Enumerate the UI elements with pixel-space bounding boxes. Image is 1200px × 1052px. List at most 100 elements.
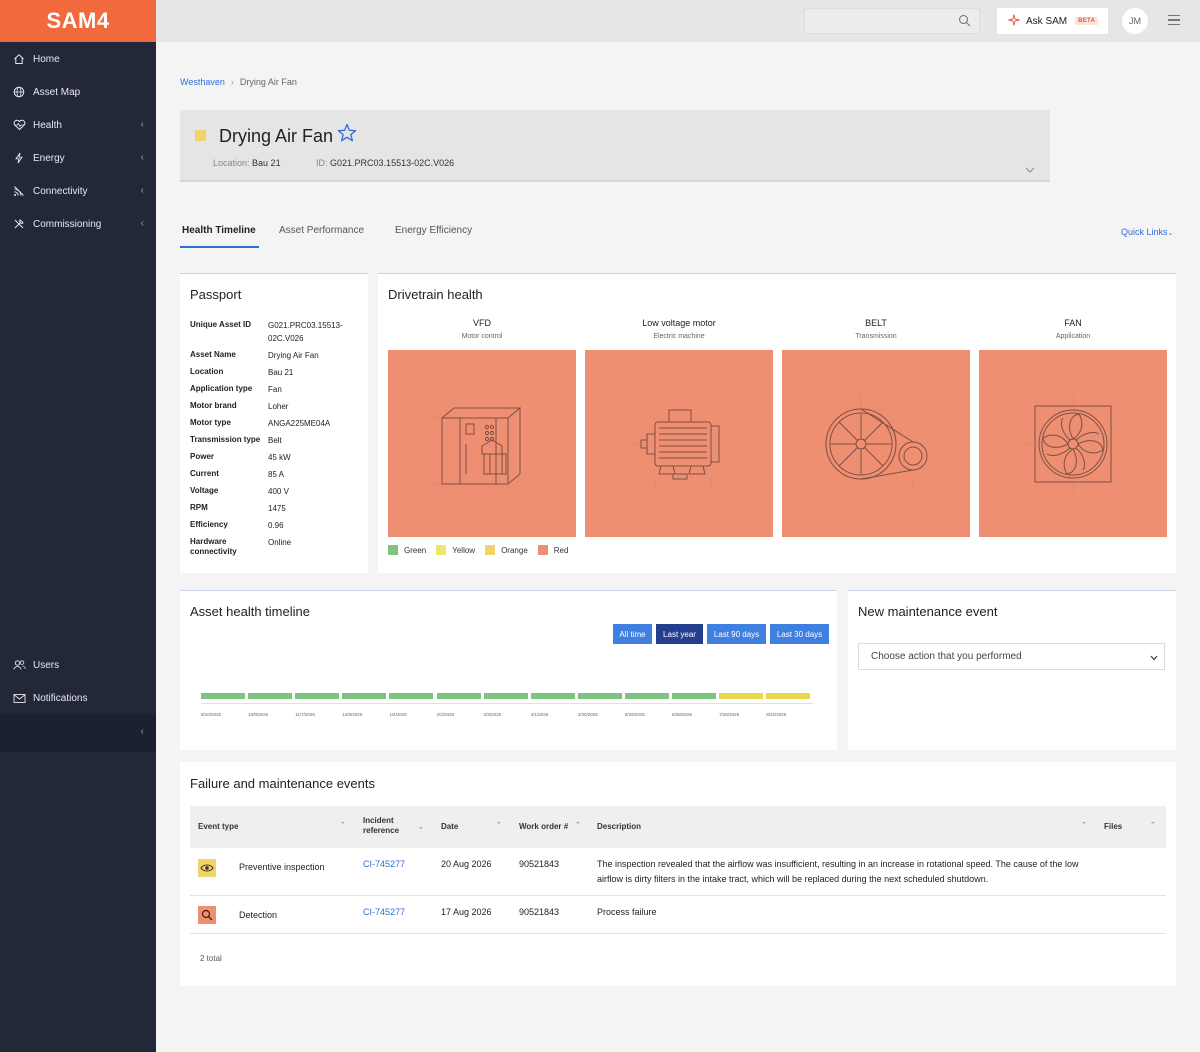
- drivetrain-title: Drivetrain health: [388, 287, 483, 302]
- sort-icon[interactable]: ⌃: [575, 821, 581, 829]
- work-order: 90521843: [519, 859, 560, 869]
- sidebar-collapse-button[interactable]: ‹: [0, 714, 156, 752]
- drivetrain-fan-tile[interactable]: [979, 350, 1167, 537]
- maintenance-action-select[interactable]: Choose action that you performed: [858, 643, 1165, 670]
- timeline-tick-label: 1/4/2026: [389, 712, 407, 717]
- sort-icon[interactable]: ⌃: [340, 821, 346, 829]
- magnifier-icon: [198, 906, 216, 924]
- range-last-30-days-button[interactable]: Last 30 days: [770, 624, 829, 644]
- timeline-segment[interactable]: [719, 693, 764, 699]
- sort-icon[interactable]: ⌃: [418, 826, 424, 834]
- app-logo[interactable]: SAM4: [0, 0, 156, 42]
- passport-label: Motor type: [190, 418, 231, 427]
- passport-label: Motor brand: [190, 401, 237, 410]
- timeline-segment[interactable]: [766, 693, 811, 699]
- sidebar-item-connectivity[interactable]: Connectivity ‹: [0, 180, 156, 202]
- column-header-files[interactable]: Files: [1104, 822, 1122, 832]
- timeline-segment[interactable]: [624, 693, 669, 699]
- sidebar-item-users[interactable]: Users: [0, 654, 156, 676]
- timeline-segment[interactable]: [248, 693, 293, 699]
- events-card: Failure and maintenance events Event typ…: [180, 762, 1176, 986]
- breadcrumb: Westhaven › Drying Air Fan: [180, 77, 297, 87]
- breadcrumb-parent-link[interactable]: Westhaven: [180, 77, 225, 87]
- incident-reference-link[interactable]: CI-745277: [363, 905, 405, 920]
- sidebar-item-commissioning[interactable]: Commissioning ‹: [0, 213, 156, 235]
- search-icon: [958, 14, 971, 32]
- passport-label: Transmission type: [190, 435, 261, 444]
- timeline-segment[interactable]: [483, 693, 528, 699]
- event-description: Process failure: [597, 907, 657, 917]
- sidebar-item-label: Connectivity: [33, 185, 88, 197]
- timeline-axis: [201, 703, 814, 704]
- asset-location: Location: Bau 21: [213, 158, 281, 168]
- heart-pulse-icon: [12, 118, 26, 132]
- column-header-work-order[interactable]: Work order #: [519, 822, 568, 832]
- timeline-segment[interactable]: [530, 693, 575, 699]
- incident-reference-link[interactable]: CI-745277: [363, 857, 405, 872]
- menu-icon[interactable]: [1168, 15, 1180, 28]
- sidebar-item-energy[interactable]: Energy ‹: [0, 147, 156, 169]
- column-header-event-type[interactable]: Event type: [198, 822, 238, 832]
- column-header-description[interactable]: Description: [597, 822, 641, 832]
- sidebar-item-label: Notifications: [33, 692, 88, 704]
- drivetrain-belt-header: BELT Transmission: [782, 318, 970, 340]
- sidebar-item-asset-map[interactable]: Asset Map: [0, 81, 156, 103]
- chevron-down-icon[interactable]: [1025, 160, 1035, 178]
- mail-icon: [12, 691, 26, 705]
- legend-item: Yellow: [436, 545, 475, 555]
- timeline-segment[interactable]: [295, 693, 340, 699]
- quick-links-dropdown[interactable]: Quick Links⌄: [1121, 227, 1173, 237]
- column-header-date[interactable]: Date: [441, 822, 458, 832]
- drivetrain-belt-tile[interactable]: [782, 350, 970, 537]
- table-row[interactable]: Detection CI-745277 17 Aug 2026 90521843…: [190, 896, 1166, 934]
- tab-energy-efficiency[interactable]: Energy Efficiency: [395, 225, 472, 236]
- breadcrumb-separator-icon: ›: [230, 77, 234, 87]
- legend-label: Green: [404, 545, 427, 555]
- chevron-left-icon: ‹: [140, 185, 144, 196]
- tab-health-timeline[interactable]: Health Timeline: [182, 225, 256, 236]
- chevron-down-icon: [1150, 653, 1158, 664]
- sort-icon[interactable]: ⌃: [496, 821, 502, 829]
- drivetrain-fan-header: FAN Application: [979, 318, 1167, 340]
- beta-badge: BETA: [1075, 17, 1099, 25]
- passport-value: Online: [268, 538, 292, 547]
- legend-swatch-green: [388, 545, 398, 555]
- timeline-tick-label: 6/28/2026: [672, 712, 693, 717]
- sidebar-item-label: Home: [33, 53, 60, 65]
- legend-item: Green: [388, 545, 426, 555]
- range-all-time-button[interactable]: All time: [613, 624, 652, 644]
- sidebar-item-health[interactable]: Health ‹: [0, 114, 156, 136]
- timeline-segment[interactable]: [672, 693, 716, 699]
- sidebar-item-home[interactable]: Home: [0, 48, 156, 70]
- column-header-incident-reference[interactable]: Incident reference: [363, 816, 413, 836]
- timeline-segment[interactable]: [342, 693, 387, 699]
- drivetrain-vfd-tile[interactable]: [388, 350, 576, 537]
- event-date: 17 Aug 2026: [441, 907, 492, 917]
- avatar[interactable]: JM: [1122, 8, 1148, 34]
- timeline-segment[interactable]: [436, 693, 481, 699]
- passport-value: 45 kW: [268, 453, 291, 462]
- search-input[interactable]: [804, 8, 980, 34]
- time-range-selector: All time Last year Last 90 days Last 30 …: [613, 624, 833, 644]
- passport-label: Voltage: [190, 486, 219, 495]
- timeline-segment[interactable]: [389, 693, 434, 699]
- range-last-year-button[interactable]: Last year: [656, 624, 703, 644]
- work-order: 90521843: [519, 907, 560, 917]
- drivetrain-motor-tile[interactable]: [585, 350, 773, 537]
- ask-sam-button[interactable]: Ask SAM BETA: [997, 8, 1108, 34]
- sort-icon[interactable]: ⌃: [1081, 821, 1087, 829]
- timeline-segment[interactable]: [577, 693, 622, 699]
- breadcrumb-current: Drying Air Fan: [239, 77, 297, 87]
- passport-label: Current: [190, 469, 219, 478]
- sort-icon[interactable]: ⌃: [1150, 821, 1156, 829]
- timeline-segment[interactable]: [201, 693, 245, 699]
- passport-label: Power: [190, 452, 215, 461]
- sidebar-item-notifications[interactable]: Notifications: [0, 687, 156, 709]
- events-total-count: 2 total: [200, 954, 222, 963]
- star-icon[interactable]: [337, 123, 357, 148]
- table-row[interactable]: Preventive inspection CI-745277 20 Aug 2…: [190, 848, 1166, 896]
- tab-asset-performance[interactable]: Asset Performance: [279, 225, 364, 236]
- drivetrain-motor-header: Low voltage motor Electric machine: [585, 318, 773, 340]
- range-last-90-days-button[interactable]: Last 90 days: [707, 624, 766, 644]
- passport-value: 1475: [268, 504, 286, 513]
